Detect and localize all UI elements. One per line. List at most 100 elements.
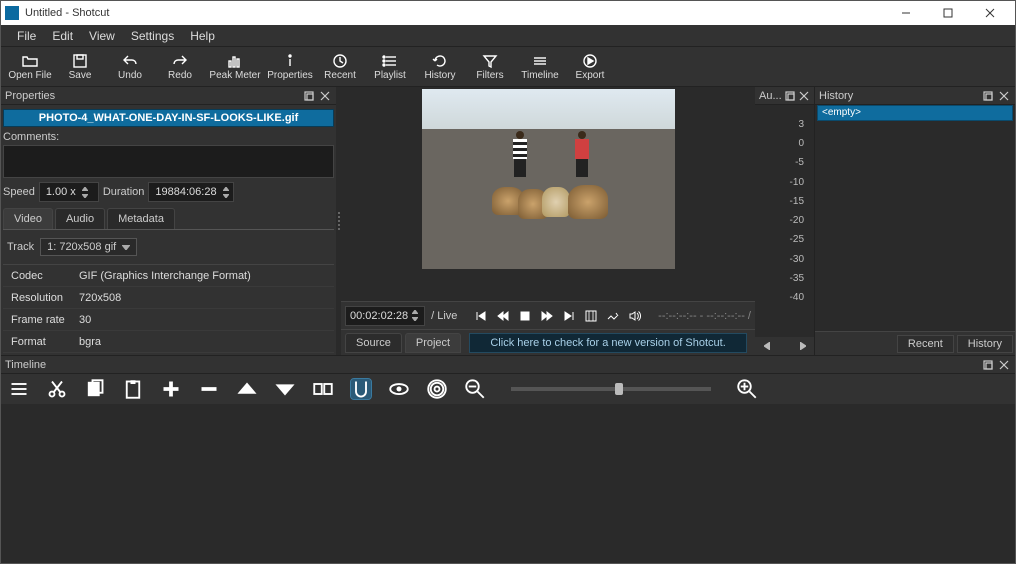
- timeline-toolbar: [1, 374, 1015, 404]
- history-panel: History <empty> Recent History: [815, 87, 1015, 355]
- grid-button[interactable]: [607, 310, 619, 322]
- undo-button[interactable]: Undo: [105, 49, 155, 84]
- timeline-panel: Timeline: [1, 355, 1015, 563]
- menu-file[interactable]: File: [9, 27, 44, 45]
- filter-icon: [482, 53, 498, 69]
- tl-menu-button[interactable]: [9, 379, 29, 399]
- in-out-range: --:--:--:-- - --:--:--:-- /: [658, 310, 751, 322]
- titlebar: Untitled - Shotcut: [1, 1, 1015, 25]
- tl-zoom-in-button[interactable]: [737, 379, 757, 399]
- menu-help[interactable]: Help: [182, 27, 223, 45]
- menubar: File Edit View Settings Help: [1, 25, 1015, 47]
- history-item-empty[interactable]: <empty>: [817, 105, 1013, 121]
- player-panel: 00:02:02:28 / Live --:--:--:-- - --:--:-…: [341, 87, 755, 355]
- menu-view[interactable]: View: [81, 27, 123, 45]
- stop-button[interactable]: [519, 310, 531, 322]
- timeline-icon: [532, 53, 548, 69]
- save-button[interactable]: Save: [55, 49, 105, 84]
- comments-label: Comments:: [3, 131, 334, 143]
- close-button[interactable]: [969, 1, 1011, 25]
- duration-label: Duration: [103, 186, 145, 198]
- info-icon: [282, 53, 298, 69]
- tl-remove-button[interactable]: [199, 379, 219, 399]
- undo-icon: [122, 53, 138, 69]
- minimize-button[interactable]: [885, 1, 927, 25]
- open-file-button[interactable]: Open File: [5, 49, 55, 84]
- comments-field[interactable]: [3, 145, 334, 178]
- source-tab[interactable]: Source: [345, 333, 402, 353]
- close-history-button[interactable]: [997, 89, 1011, 103]
- app-icon: [5, 6, 19, 20]
- skip-next-button[interactable]: [563, 310, 575, 322]
- tl-ripple-button[interactable]: [427, 379, 447, 399]
- properties-title: Properties: [5, 90, 55, 102]
- float-history-button[interactable]: [981, 89, 995, 103]
- tl-paste-button[interactable]: [123, 379, 143, 399]
- recent-dock-tab[interactable]: Recent: [897, 335, 954, 353]
- timeline-tracks[interactable]: [1, 404, 1015, 563]
- rewind-button[interactable]: [497, 310, 509, 322]
- export-button[interactable]: Export: [565, 49, 615, 84]
- timeline-button[interactable]: Timeline: [515, 49, 565, 84]
- tl-cut-button[interactable]: [47, 379, 67, 399]
- playlist-button[interactable]: Playlist: [365, 49, 415, 84]
- close-panel-button[interactable]: [318, 89, 332, 103]
- timeline-title: Timeline: [5, 359, 46, 371]
- history-title: History: [819, 90, 853, 102]
- open-icon: [22, 53, 38, 69]
- timecode-field[interactable]: 00:02:02:28: [345, 306, 425, 326]
- export-icon: [582, 53, 598, 69]
- update-banner[interactable]: Click here to check for a new version of…: [469, 333, 747, 353]
- main-toolbar: Open File Save Undo Redo Peak Meter Prop…: [1, 47, 1015, 87]
- properties-button[interactable]: Properties: [265, 49, 315, 84]
- save-icon: [72, 53, 88, 69]
- properties-grid: CodecGIF (Graphics Interchange Format) R…: [3, 264, 334, 353]
- duration-spinbox[interactable]: 19884:06:28: [148, 182, 233, 202]
- clock-icon: [332, 53, 348, 69]
- tab-audio[interactable]: Audio: [55, 208, 105, 229]
- maximize-button[interactable]: [927, 1, 969, 25]
- menu-settings[interactable]: Settings: [123, 27, 182, 45]
- tl-zoom-slider[interactable]: [511, 387, 711, 391]
- skip-prev-button[interactable]: [475, 310, 487, 322]
- project-tab[interactable]: Project: [405, 333, 461, 353]
- audio-meter-title: Au...: [759, 90, 782, 102]
- track-label: Track: [7, 241, 34, 253]
- float-timeline-button[interactable]: [981, 358, 995, 372]
- volume-button[interactable]: [629, 310, 641, 322]
- close-timeline-button[interactable]: [997, 358, 1011, 372]
- float-meter-button[interactable]: [784, 89, 796, 103]
- tl-snap-button[interactable]: [351, 379, 371, 399]
- tab-metadata[interactable]: Metadata: [107, 208, 175, 229]
- zoom-button[interactable]: [585, 310, 597, 322]
- history-button[interactable]: History: [415, 49, 465, 84]
- float-panel-button[interactable]: [302, 89, 316, 103]
- properties-panel: Properties PHOTO-4_WHAT-ONE-DAY-IN-SF-LO…: [1, 87, 336, 355]
- preview-canvas[interactable]: [422, 89, 675, 269]
- redo-button[interactable]: Redo: [155, 49, 205, 84]
- tl-split-button[interactable]: [313, 379, 333, 399]
- fastfwd-button[interactable]: [541, 310, 553, 322]
- tab-video[interactable]: Video: [3, 208, 53, 229]
- meter-scroll[interactable]: [755, 337, 814, 355]
- clip-name[interactable]: PHOTO-4_WHAT-ONE-DAY-IN-SF-LOOKS-LIKE.gi…: [3, 109, 334, 127]
- tl-lift-button[interactable]: [237, 379, 257, 399]
- filters-button[interactable]: Filters: [465, 49, 515, 84]
- tl-overwrite-button[interactable]: [275, 379, 295, 399]
- history-icon: [432, 53, 448, 69]
- track-combobox[interactable]: 1: 720x508 gif: [40, 238, 137, 256]
- history-dock-tab[interactable]: History: [957, 335, 1013, 353]
- tl-zoom-out-button[interactable]: [465, 379, 485, 399]
- meter-icon: [227, 53, 243, 69]
- meter-scale: 30-5-10-15-20-25-30-35-40: [790, 105, 804, 317]
- tl-scrub-button[interactable]: [389, 379, 409, 399]
- window-title: Untitled - Shotcut: [25, 7, 885, 19]
- recent-button[interactable]: Recent: [315, 49, 365, 84]
- speed-spinbox[interactable]: 1.00 x: [39, 182, 99, 202]
- peak-meter-button[interactable]: Peak Meter: [205, 49, 265, 84]
- redo-icon: [172, 53, 188, 69]
- close-meter-button[interactable]: [798, 89, 810, 103]
- tl-copy-button[interactable]: [85, 379, 105, 399]
- tl-append-button[interactable]: [161, 379, 181, 399]
- menu-edit[interactable]: Edit: [44, 27, 81, 45]
